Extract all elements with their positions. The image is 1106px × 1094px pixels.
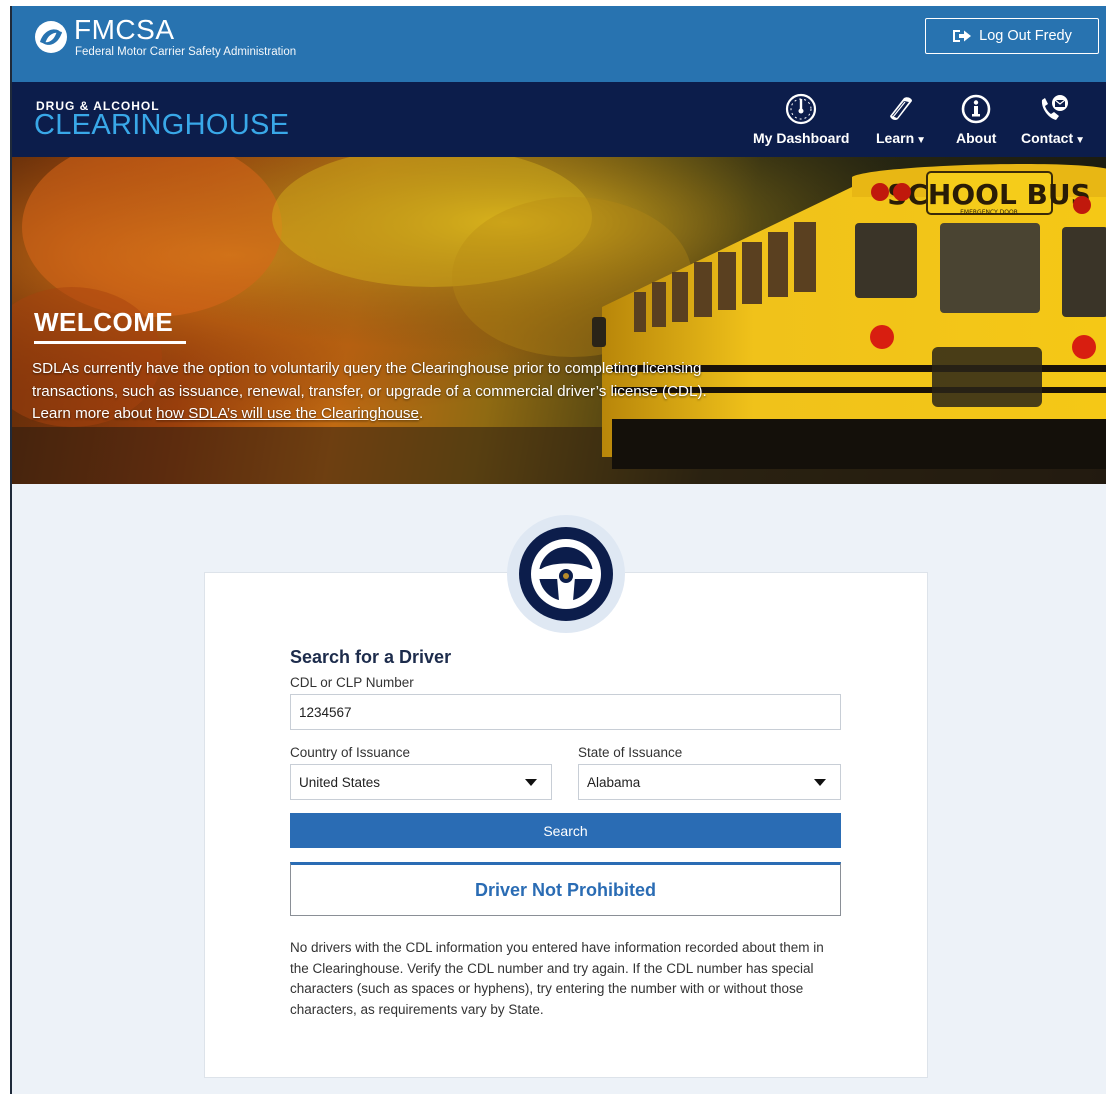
search-title: Search for a Driver (290, 647, 452, 667)
nav-label: Learn ▼ (876, 130, 927, 146)
agency-name: Federal Motor Carrier Safety Administrat… (75, 46, 297, 58)
logout-icon (953, 30, 972, 42)
book-icon (890, 97, 913, 120)
school-bus-hero-image: SCHOOL BUS EMERGENCY DOOR (12, 157, 1106, 484)
chevron-down-icon: ▼ (1075, 135, 1086, 146)
logout-button[interactable]: Log Out Fredy (925, 18, 1099, 54)
nav-label: My Dashboard (753, 130, 850, 146)
nav-contact[interactable]: Contact ▼ (1021, 92, 1085, 154)
bus-sign-text: SCHOOL BUS (887, 178, 1091, 211)
nav-my-dashboard[interactable]: My Dashboard (753, 92, 849, 154)
chevron-down-icon: ▼ (916, 135, 927, 146)
nav-label: Contact ▼ (1021, 130, 1086, 146)
result-status: Driver Not Prohibited (474, 879, 657, 900)
fmcsa-logo-icon (35, 21, 67, 53)
cdl-number-input[interactable]: 1234567 (290, 694, 841, 730)
cdl-label: CDL or CLP Number (290, 675, 414, 690)
welcome-hero: SCHOOL BUS EMERGENCY DOOR WELCOME SDLAs … (12, 157, 1106, 484)
country-label: Country of Issuance (290, 745, 411, 760)
dashboard-gauge-icon (786, 93, 817, 125)
agency-abbr: FMCSA (74, 14, 175, 45)
state-label: State of Issuance (578, 745, 683, 760)
bus-sign-subtext: EMERGENCY DOOR (960, 209, 1018, 216)
welcome-text: SDLAs currently have the option to volun… (32, 360, 707, 422)
welcome-heading: WELCOME (34, 307, 174, 337)
info-icon (961, 94, 991, 124)
main-nav: DRUG & ALCOHOL CLEARINGHOUSE My Dashboar… (12, 82, 1106, 157)
agency-header: FMCSA Federal Motor Carrier Safety Admin… (12, 6, 1106, 82)
phone-contact-icon (1041, 95, 1069, 120)
country-select[interactable]: United States (290, 764, 552, 800)
nav-learn[interactable]: Learn ▼ (876, 92, 926, 154)
caret-down-icon (814, 779, 826, 786)
sdla-learn-more-link[interactable]: how SDLA’s will use the Clearinghouse (156, 405, 419, 422)
state-select[interactable]: Alabama (578, 764, 841, 800)
caret-down-icon (525, 779, 537, 786)
heading-underline (34, 341, 186, 344)
state-select-value: Alabama (587, 774, 641, 790)
brand-title[interactable]: CLEARINGHOUSE (34, 109, 289, 142)
search-button[interactable]: Search (290, 813, 841, 848)
nav-about[interactable]: About (956, 92, 996, 154)
nav-label: About (956, 130, 997, 146)
country-select-value: United States (299, 774, 381, 790)
result-status-box: Driver Not Prohibited (290, 862, 841, 916)
page-frame: FMCSA Federal Motor Carrier Safety Admin… (10, 6, 1106, 1094)
result-description: No drivers with the CDL information you … (290, 940, 824, 1017)
steering-wheel-icon (519, 527, 613, 621)
logout-label: Log Out Fredy (979, 28, 1072, 44)
